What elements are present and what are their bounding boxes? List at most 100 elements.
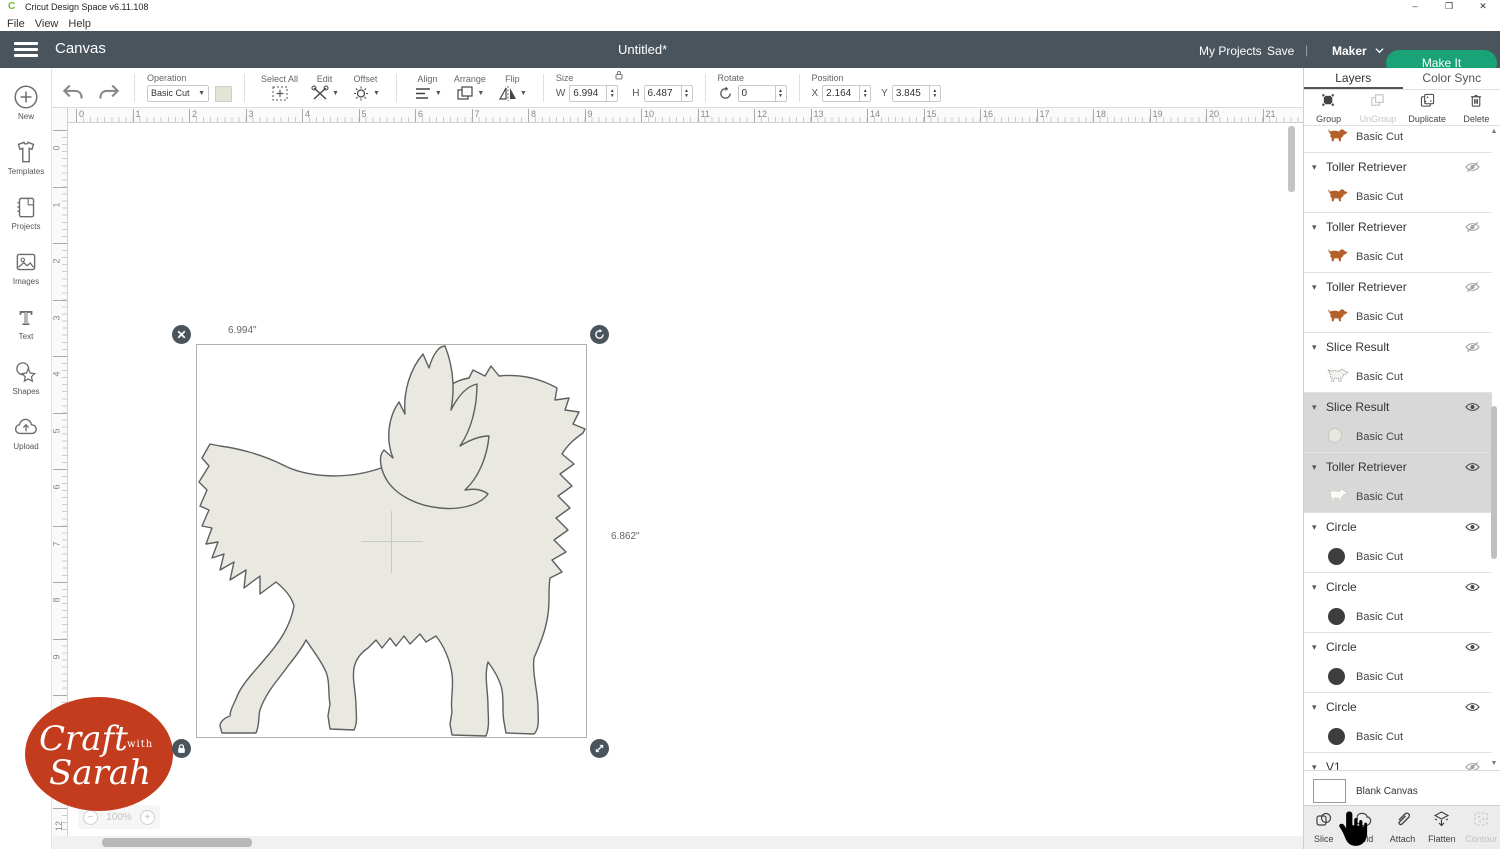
eye-visible-icon[interactable]	[1465, 521, 1480, 533]
eye-visible-icon[interactable]	[1465, 641, 1480, 653]
layer-row[interactable]: Basic Cut	[1304, 722, 1492, 752]
collapse-caret-icon[interactable]: ▾	[1312, 282, 1317, 293]
layer-group-row[interactable]: ▾ Toller Retriever	[1304, 213, 1492, 242]
tab-color-sync[interactable]: Color Sync	[1403, 68, 1500, 89]
sidebar-item-new[interactable]: New	[0, 83, 52, 121]
collapse-caret-icon[interactable]: ▾	[1312, 222, 1317, 233]
collapse-caret-icon[interactable]: ▾	[1312, 402, 1317, 413]
zoom-in-button[interactable]: +	[139, 809, 155, 825]
eye-hidden-icon[interactable]	[1465, 761, 1480, 770]
layer-group-row[interactable]: ▾ V1	[1304, 753, 1492, 770]
scrollbar-thumb[interactable]	[102, 838, 252, 847]
collapse-caret-icon[interactable]: ▾	[1312, 522, 1317, 533]
resize-handle[interactable]	[590, 739, 609, 758]
close-button[interactable]: ✕	[1466, 0, 1500, 14]
layer-group-row[interactable]: ▾ Circle	[1304, 513, 1492, 542]
height-stepper[interactable]: ▲ ▼	[681, 85, 693, 102]
layer-group-row[interactable]: ▾ Circle	[1304, 693, 1492, 722]
layer-group-row[interactable]: ▾ Circle	[1304, 573, 1492, 602]
attach-button[interactable]: Attach	[1383, 806, 1422, 849]
design-canvas[interactable]: 6.994" 6.862"	[68, 123, 1303, 849]
scroll-up-arrow[interactable]: ▲	[1490, 128, 1498, 135]
redo-icon[interactable]	[96, 81, 122, 103]
edit-button[interactable]: Edit ▼	[310, 74, 339, 102]
delete-button[interactable]: Delete	[1452, 90, 1500, 125]
layer-row[interactable]: Basic Cut	[1304, 126, 1492, 152]
collapse-caret-icon[interactable]: ▾	[1312, 342, 1317, 353]
sidebar-item-templates[interactable]: Templates	[0, 138, 52, 176]
layer-group-row[interactable]: ▾ Toller Retriever	[1304, 453, 1492, 482]
layer-row[interactable]: Basic Cut	[1304, 182, 1492, 212]
canvas-horizontal-scrollbar[interactable]	[52, 836, 1303, 849]
zoom-out-button[interactable]: −	[83, 809, 98, 825]
width-stepper[interactable]: ▲ ▼	[607, 85, 619, 102]
duplicate-button[interactable]: Duplicate	[1403, 90, 1452, 125]
sidebar-item-text[interactable]: T Text	[0, 303, 52, 341]
height-input[interactable]	[643, 85, 682, 102]
sidebar-item-images[interactable]: Images	[0, 248, 52, 286]
color-swatch[interactable]	[215, 85, 232, 102]
scroll-down-arrow[interactable]: ▼	[1490, 760, 1498, 767]
eye-hidden-icon[interactable]	[1465, 341, 1480, 353]
rotate-handle[interactable]	[590, 325, 609, 344]
layer-group-row[interactable]: ▾ Circle	[1304, 633, 1492, 662]
canvas-vertical-scrollbar[interactable]	[1288, 126, 1295, 192]
eye-hidden-icon[interactable]	[1465, 281, 1480, 293]
layer-row[interactable]: Basic Cut	[1304, 602, 1492, 632]
hamburger-menu-icon[interactable]	[14, 42, 38, 57]
eye-visible-icon[interactable]	[1465, 581, 1480, 593]
group-button[interactable]: Group	[1304, 90, 1353, 125]
sidebar-item-shapes[interactable]: Shapes	[0, 358, 52, 396]
layer-row[interactable]: Basic Cut	[1304, 482, 1492, 512]
minimize-button[interactable]: –	[1398, 0, 1432, 14]
flip-button[interactable]: Flip ▼	[498, 74, 527, 102]
position-y-input[interactable]	[891, 85, 930, 102]
position-x-input[interactable]	[822, 85, 861, 102]
position-x-stepper[interactable]: ▲ ▼	[860, 85, 872, 102]
layer-group-row[interactable]: ▾ Toller Retriever	[1304, 273, 1492, 302]
lock-handle[interactable]	[172, 739, 191, 758]
layer-row[interactable]: Basic Cut	[1304, 542, 1492, 572]
eye-hidden-icon[interactable]	[1465, 221, 1480, 233]
restore-button[interactable]: ❐	[1432, 0, 1466, 14]
layer-group-row[interactable]: ▾ Slice Result	[1304, 393, 1492, 422]
sidebar-item-upload[interactable]: Upload	[0, 413, 52, 451]
align-button[interactable]: Align ▼	[413, 74, 442, 102]
sidebar-item-projects[interactable]: Projects	[0, 193, 52, 231]
undo-icon[interactable]	[60, 81, 86, 103]
document-title[interactable]: Untitled*	[618, 42, 667, 57]
layer-row[interactable]: Basic Cut	[1304, 362, 1492, 392]
layer-row[interactable]: Basic Cut	[1304, 422, 1492, 452]
layer-group-row[interactable]: ▾ Toller Retriever	[1304, 153, 1492, 182]
layer-row[interactable]: Basic Cut	[1304, 242, 1492, 272]
select-all-button[interactable]: Select All	[261, 74, 298, 102]
my-projects-link[interactable]: My Projects	[1199, 44, 1262, 58]
rotate-input[interactable]	[737, 85, 776, 102]
collapse-caret-icon[interactable]: ▾	[1312, 162, 1317, 173]
layer-group-row[interactable]: ▾ Slice Result	[1304, 333, 1492, 362]
eye-visible-icon[interactable]	[1465, 401, 1480, 413]
collapse-caret-icon[interactable]: ▾	[1312, 702, 1317, 713]
size-lock-icon[interactable]	[614, 70, 624, 80]
layer-row[interactable]: Basic Cut	[1304, 302, 1492, 332]
collapse-caret-icon[interactable]: ▾	[1312, 462, 1317, 473]
layer-row[interactable]: Basic Cut	[1304, 662, 1492, 692]
eye-hidden-icon[interactable]	[1465, 161, 1480, 173]
operation-dropdown[interactable]: Basic Cut ▼	[147, 85, 209, 102]
rotate-stepper[interactable]: ▲ ▼	[775, 85, 787, 102]
eye-visible-icon[interactable]	[1465, 461, 1480, 473]
eye-visible-icon[interactable]	[1465, 701, 1480, 713]
deselect-handle[interactable]	[172, 325, 191, 344]
collapse-caret-icon[interactable]: ▾	[1312, 582, 1317, 593]
machine-selector[interactable]: Maker	[1332, 44, 1384, 58]
tab-layers[interactable]: Layers	[1304, 68, 1403, 89]
save-link[interactable]: Save	[1267, 44, 1294, 58]
scrollbar-thumb[interactable]	[1491, 406, 1497, 559]
collapse-caret-icon[interactable]: ▾	[1312, 642, 1317, 653]
flatten-button[interactable]: Flatten	[1422, 806, 1461, 849]
offset-button[interactable]: Offset ▼	[351, 74, 380, 102]
width-input[interactable]	[569, 85, 608, 102]
layers-scrollbar[interactable]: ▲ ▼	[1490, 128, 1498, 770]
collapse-caret-icon[interactable]: ▾	[1312, 762, 1317, 770]
position-y-stepper[interactable]: ▲ ▼	[929, 85, 941, 102]
